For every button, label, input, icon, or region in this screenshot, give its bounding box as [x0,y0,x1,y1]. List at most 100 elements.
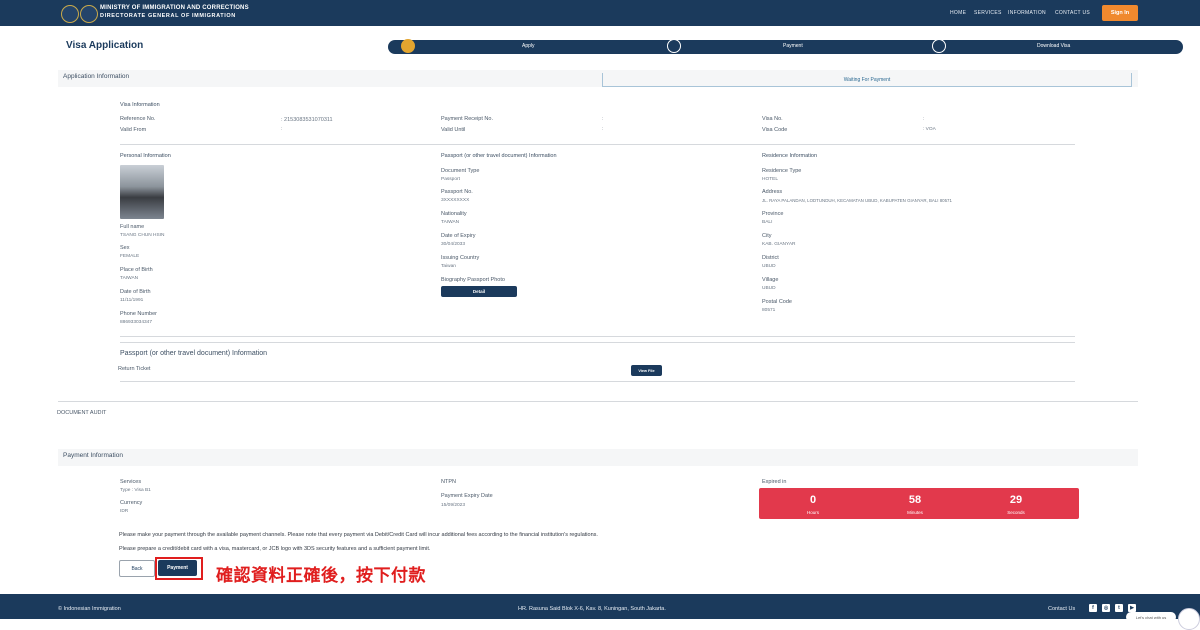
visa-code-value: : VOA [923,127,936,132]
payment-expiry-label: Payment Expiry Date [441,493,493,499]
divider [120,342,1075,343]
address-label: Address [762,189,783,195]
chat-tooltip: Let's chat with us [1126,612,1176,622]
fullname-label: Full name [120,224,145,230]
fullname-value: TSANG CHUN HSIN [120,233,165,238]
ntpn-label: NTPN [441,479,456,485]
nav-home[interactable]: HOME [950,10,966,16]
back-button[interactable]: Back [119,560,155,577]
passport-no-value: 3XXXXXXXX [441,198,470,203]
immigration-logo-icon[interactable] [80,5,98,23]
footer-address: HR. Rasuna Said Blok X-6, Kav. 8, Kuning… [518,606,666,612]
village-label: Village [762,277,779,283]
residence-type-label: Residence Type [762,168,802,174]
pob-label: Place of Birth [120,267,153,273]
district-label: District [762,255,779,261]
payment-info-title: Payment Information [63,452,123,459]
phone-label: Phone Number [120,311,157,317]
doctype-label: Document Type [441,168,480,174]
footer-contact[interactable]: Contact Us [1048,606,1075,612]
facebook-icon[interactable]: f [1089,604,1097,612]
issuing-country-value: Taiwan [441,264,456,269]
nav-information[interactable]: INFORMATION [1008,10,1046,16]
travel-doc-title: Passport (or other travel document) Info… [120,350,268,357]
currency-label: Currency [120,500,143,506]
visa-code-label: Visa Code [762,127,788,133]
residence-type-value: HOTEL [762,177,778,182]
dob-label: Date of Birth [120,289,151,295]
sign-in-button[interactable]: Sign In [1102,5,1138,21]
district-value: UBUD [762,264,776,269]
payment-receipt-value: : [602,117,604,122]
brand-ministry: MINISTRY OF IMMIGRATION AND CORRECTIONS [100,5,249,11]
valid-from-label: Valid From [120,127,147,133]
countdown-minutes-label: Minutes [907,510,923,515]
province-value: BALI [762,220,773,225]
twitter-icon[interactable]: t [1115,604,1123,612]
postal-code-label: Postal Code [762,299,792,305]
payment-notice: Please make your payment through the ava… [119,532,598,538]
nationality-value: TAIWAN [441,220,460,225]
garuda-emblem-icon[interactable] [61,5,79,23]
personal-info-title: Personal Information [120,153,171,159]
services-value: Type : Visa B1 [120,488,151,493]
issuing-country-label: Issuing Country [441,255,480,261]
youtube-icon[interactable]: ▶ [1128,604,1136,612]
countdown-minutes: 58 [908,494,922,506]
status-badge: Waiting For Payment [602,73,1132,87]
nationality-label: Nationality [441,211,467,217]
divider [120,144,1075,145]
step-download-label: Download Visa [1037,43,1071,49]
chat-icon[interactable] [1178,608,1200,630]
page-title: Visa Application [66,40,144,51]
step-apply-dot [401,39,415,53]
step-download-dot [932,39,946,53]
visa-info-title: Visa Information [120,102,160,108]
services-label: Services [120,479,142,485]
footer-copyright: © Indonesian Immigration [58,606,121,612]
currency-value: IDR [120,509,129,514]
postal-code-value: 80571 [762,308,776,313]
bio-photo-label: Biography Passport Photo [441,277,505,283]
step-payment-label: Payment [783,43,803,49]
divider [120,381,1075,382]
village-value: UBUD [762,286,776,291]
reference-label: Reference No. [120,116,156,122]
passport-info-title: Passport (or other travel document) Info… [441,153,557,159]
divider [58,401,1138,402]
sex-label: Sex [120,245,130,251]
phone-value: 886933034347 [120,320,153,325]
countdown-hours-label: Hours [806,510,819,515]
residence-info-title: Residence Information [762,153,818,159]
view-return-ticket-button[interactable]: View File [631,365,662,376]
instagram-icon[interactable]: ◎ [1102,604,1110,612]
countdown-seconds: 29 [1009,494,1023,506]
divider [120,336,1075,337]
expiry-label: Date of Expiry [441,233,476,239]
province-label: Province [762,211,784,217]
visa-no-value: : [923,117,925,122]
payment-expiry-value: 15/09/2023 [441,503,466,508]
dob-value: 11/11/1991 [120,298,144,303]
valid-until-label: Valid Until [441,127,466,133]
bio-detail-button[interactable]: Detail [441,286,517,297]
countdown-seconds-label: Seconds [1007,510,1025,515]
applicant-photo [120,165,164,219]
payment-info-header [58,449,1138,466]
visa-no-label: Visa No. [762,116,783,122]
nav-contact[interactable]: CONTACT US [1055,10,1090,16]
payment-button[interactable]: Payment [158,560,197,576]
valid-until-value: : [602,127,604,132]
address-value: JL. RAYA PALANDAN, LODTUNDUH, KECAMATAN … [762,198,952,203]
city-label: City [762,233,772,239]
nav-services[interactable]: SERVICES [974,10,1002,16]
doctype-value: Passport [441,177,460,182]
countdown-hours: 0 [809,494,817,506]
document-audit-title: DOCUMENT AUDIT [57,410,107,416]
reference-value: : 2153083531070311 [281,117,333,123]
expired-in-label: Expired in [762,479,787,485]
instruction-annotation: 確認資料正確後，按下付款 [216,566,426,585]
expiry-value: 30/04/2033 [441,242,466,247]
payment-receipt-label: Payment Receipt No. [441,116,493,122]
brand-directorate: DIRECTORATE GENERAL OF IMMIGRATION [100,13,236,19]
